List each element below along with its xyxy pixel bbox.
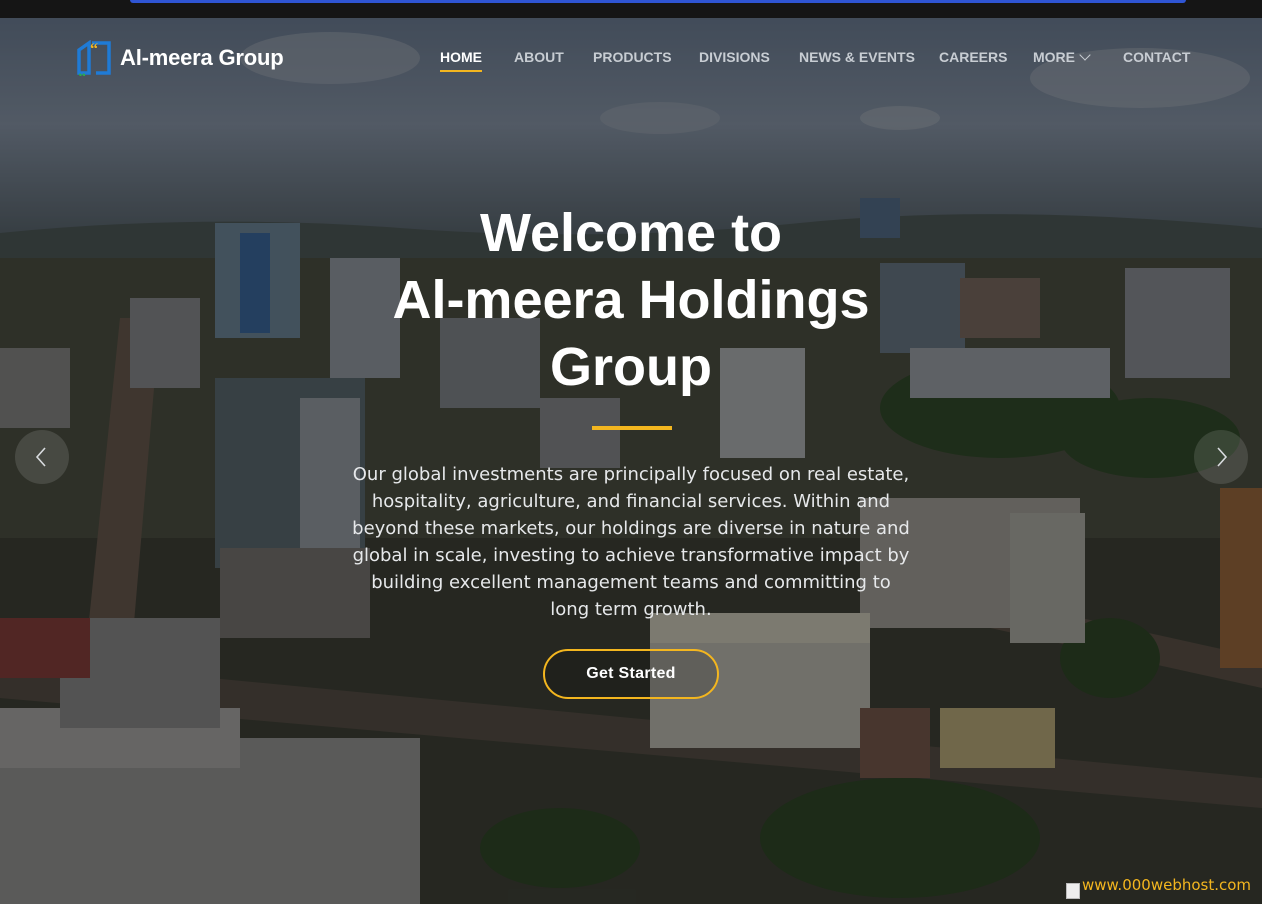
nav-home[interactable]: HOME bbox=[440, 46, 482, 72]
top-blue-bar bbox=[130, 0, 1186, 3]
headline-divider bbox=[592, 426, 672, 430]
hero-headline: Welcome to Al-meera Holdings Group bbox=[281, 200, 981, 401]
chevron-down-icon bbox=[1079, 49, 1091, 61]
headline-line-1: Welcome to bbox=[479, 203, 783, 263]
slider-prev-button[interactable] bbox=[15, 430, 69, 484]
nav-more-label: MORE bbox=[1033, 49, 1075, 65]
nav-news-events[interactable]: NEWS & EVENTS bbox=[799, 46, 915, 72]
nav-careers[interactable]: CAREERS bbox=[939, 46, 1007, 72]
broken-image-icon bbox=[1066, 883, 1080, 899]
nav-more[interactable]: MORE bbox=[1033, 46, 1091, 72]
webhost-badge[interactable]: www.000webhost.com bbox=[1066, 876, 1251, 902]
headline-line-3: Group bbox=[550, 337, 712, 397]
nav-divisions[interactable]: DIVISIONS bbox=[699, 46, 770, 72]
nav-products[interactable]: PRODUCTS bbox=[593, 46, 672, 72]
get-started-button[interactable]: Get Started bbox=[543, 649, 719, 699]
browser-top-strip bbox=[0, 0, 1262, 18]
main-navigation: HOME ABOUT PRODUCTS DIVISIONS NEWS & EVE… bbox=[0, 46, 1262, 76]
slider-next-button[interactable] bbox=[1194, 430, 1248, 484]
hero-lead-text: Our global investments are principally f… bbox=[352, 464, 910, 620]
headline-line-2: Al-meera Holdings bbox=[392, 270, 870, 330]
nav-about[interactable]: ABOUT bbox=[514, 46, 564, 72]
hero-section: “ „ Al-meera Group HOME ABOUT PRODUCTS D… bbox=[0, 18, 1262, 904]
nav-contact[interactable]: CONTACT bbox=[1123, 46, 1190, 72]
webhost-badge-text: www.000webhost.com bbox=[1082, 876, 1252, 894]
chevron-left-icon bbox=[35, 447, 46, 467]
chevron-right-icon bbox=[1217, 447, 1228, 467]
